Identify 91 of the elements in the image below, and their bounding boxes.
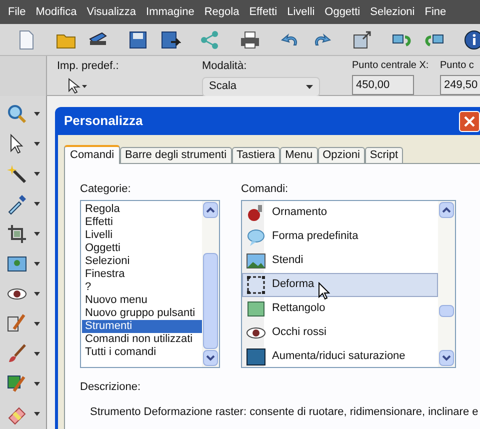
command-item[interactable]: Forma predefinita [242,224,438,248]
preset-label: Imp. predef.: [57,59,120,74]
menu-item[interactable]: Modifica [36,4,77,20]
category-item[interactable]: Selezioni [82,254,202,268]
menu-item[interactable]: Effetti [249,4,278,20]
description-label: Descrizione: [80,380,142,394]
caret-icon[interactable] [34,322,40,326]
chevron-up-icon [206,206,215,212]
center-x-label: Punto centrale X: [352,59,429,73]
command-item[interactable]: Aumenta/riduci saturazione [242,344,438,368]
menu-item[interactable]: Oggetti [324,4,360,20]
scroll-thumb[interactable] [203,252,218,348]
caret-icon[interactable] [34,352,40,356]
category-item[interactable]: Regola [82,202,202,216]
commands-label: Comandi: [241,182,290,197]
pointer-icon[interactable] [67,78,89,94]
chevron-down-icon [206,354,215,360]
caret-icon[interactable] [34,412,40,416]
resize-icon[interactable] [351,28,373,50]
menu-item[interactable]: Visualizza [86,4,136,20]
tab[interactable]: Opzioni [318,147,365,163]
category-item[interactable]: Livelli [82,228,202,242]
save-as-icon[interactable] [159,28,181,50]
caret-icon[interactable] [34,202,40,206]
category-item[interactable]: Finestra [82,268,202,280]
scroll-up-button[interactable] [203,202,218,218]
tab[interactable]: Tastiera [232,147,280,163]
center-y-label: Punto c [440,59,474,73]
menu-item[interactable]: Livelli [287,4,315,20]
tab[interactable]: Comandi [64,145,120,164]
window-title: Personalizza [64,112,143,130]
caret-icon[interactable] [34,262,40,266]
tab[interactable]: Menu [280,147,318,163]
command-item[interactable]: Deforma [242,272,438,296]
printer-icon[interactable] [239,28,261,50]
command-item[interactable]: Stendi [242,248,438,272]
zoom-icon[interactable] [6,103,28,125]
category-item[interactable]: Effetti [82,216,202,228]
caret-icon[interactable] [34,292,40,296]
chevron-up-icon [442,206,451,212]
mouse-cursor-icon [318,282,330,300]
save-icon[interactable] [127,28,149,50]
command-item[interactable]: Ornamento [242,200,438,224]
rectangle-icon [246,298,266,318]
landscape-icon [246,250,266,270]
caret-icon[interactable] [34,172,40,176]
clone-brush-icon[interactable] [6,373,28,395]
paintbrush-icon[interactable] [6,343,28,365]
caret-icon[interactable] [34,382,40,386]
command-item[interactable]: Rettangolo [242,296,438,320]
category-item[interactable]: ? [82,280,202,294]
caret-icon[interactable] [34,142,40,146]
category-item[interactable]: Nuovo menu [82,294,202,306]
mode-label: Modalità: [202,59,248,74]
close-icon [464,116,475,126]
menu-item[interactable]: Immagine [146,4,194,20]
caret-icon[interactable] [34,232,40,236]
description-text: Strumento Deformazione raster: consente di ruotare, ridimensionare, inclinare e [90,405,480,420]
category-item[interactable]: Strumenti [82,320,202,332]
caret-icon[interactable] [34,112,40,116]
tab[interactable]: Script [364,147,404,163]
menu-item[interactable]: Selezioni [370,4,415,20]
category-item[interactable]: Oggetti [82,242,202,254]
tab[interactable]: Barre degli strumenti [120,147,232,163]
category-item[interactable]: Nuovo gruppo pulsanti [82,306,202,320]
close-button[interactable] [459,110,480,132]
chevron-down-icon [442,354,451,360]
square-icon [246,346,266,366]
scroll-down-button[interactable] [203,350,218,366]
menu-item[interactable]: Fine [424,4,446,20]
deform-frame-icon [246,274,266,294]
caret-icon [306,84,313,88]
info-icon[interactable] [463,28,480,50]
crop-icon[interactable] [6,223,28,245]
category-item[interactable]: Comandi non utilizzati [82,332,202,346]
dropper-icon[interactable] [6,193,28,215]
center-x-field[interactable]: 450,00 [352,75,414,95]
scroll-down-button[interactable] [439,350,454,366]
command-item[interactable]: Occhi rossi [242,320,438,344]
scrollbar[interactable] [202,200,219,366]
mode-dropdown[interactable]: Scala [202,76,320,96]
categories-label: Categorie: [80,182,132,197]
scroll-thumb[interactable] [439,304,454,316]
center-y-field[interactable]: 249,50 [440,75,480,95]
menu-item[interactable]: Regola [204,4,240,20]
scroll-up-button[interactable] [439,202,454,218]
category-item[interactable]: Tutti i comandi [82,346,202,358]
speech-bubble-icon [246,226,266,246]
menu-item[interactable]: File [8,4,26,20]
scrollbar[interactable] [438,200,455,366]
magic-wand-icon[interactable] [6,163,28,185]
